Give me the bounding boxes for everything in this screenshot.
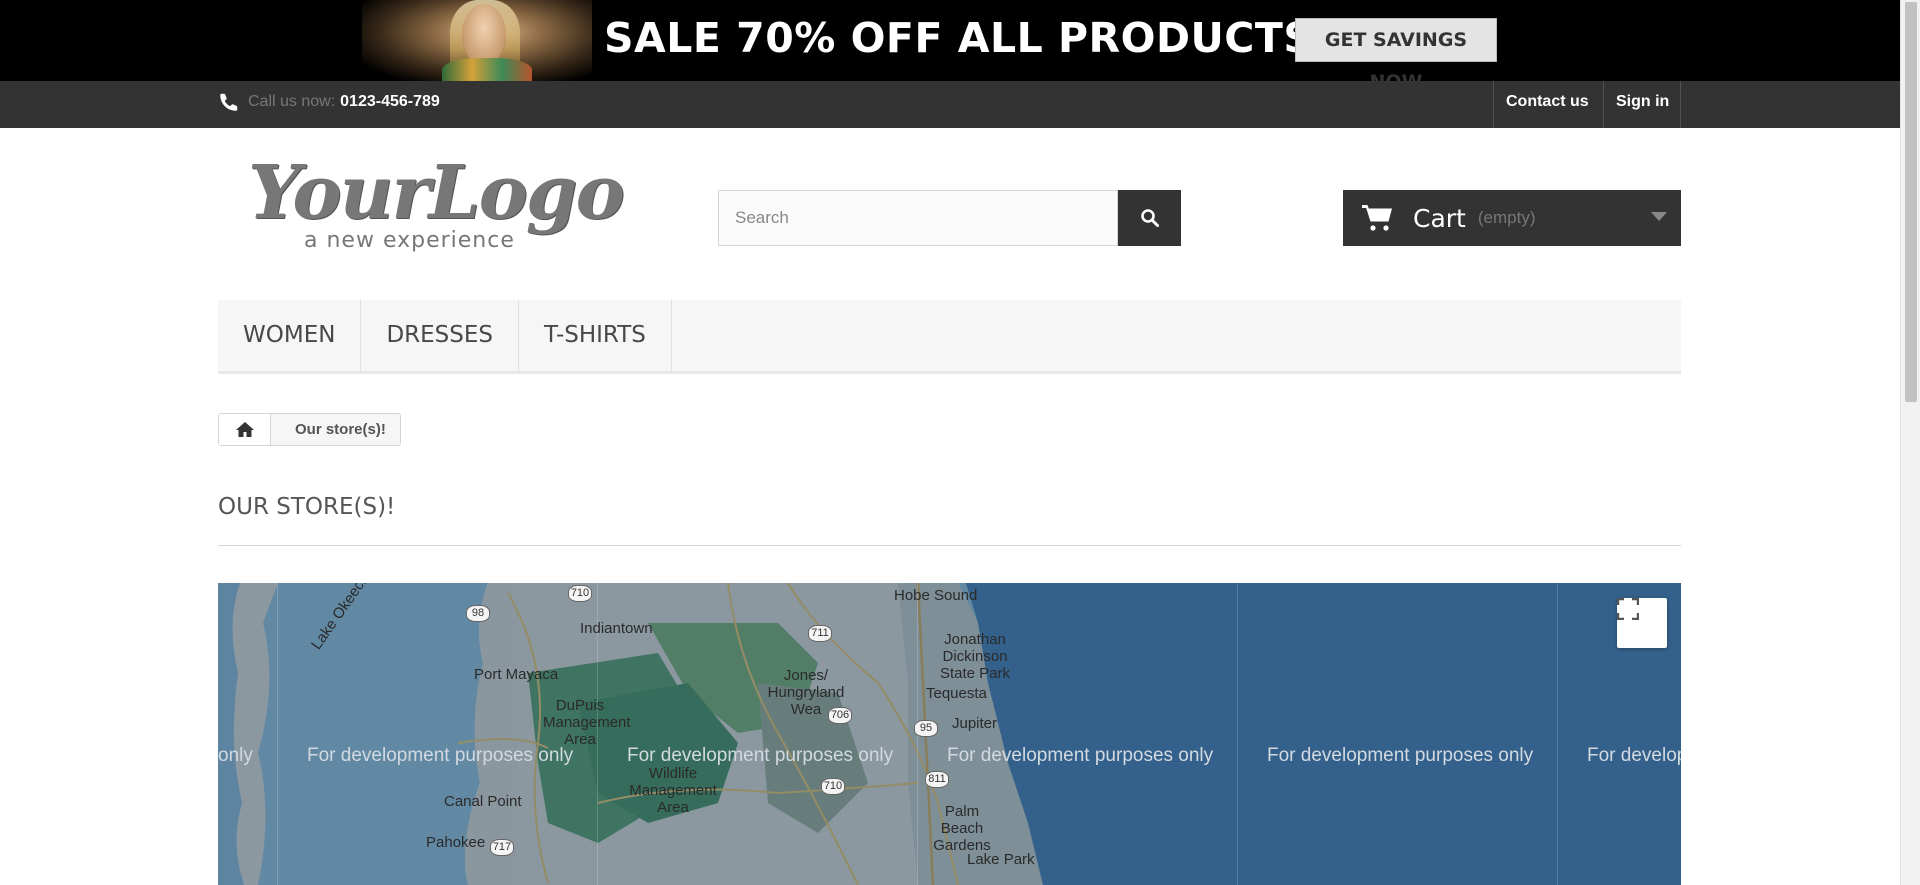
map-label: Indiantown xyxy=(580,620,653,637)
breadcrumb: Our store(s)! xyxy=(218,413,401,446)
breadcrumb-current: Our store(s)! xyxy=(295,421,386,438)
main-menu: WOMEN DRESSES T-SHIRTS xyxy=(218,300,1681,374)
map-label: Pahokee xyxy=(426,834,486,851)
call-us: Call us now: 0123-456-789 xyxy=(218,91,440,113)
tile-boundary xyxy=(277,583,278,885)
map-watermark: For develop xyxy=(1587,745,1681,766)
map-label: Palm Beach Gardens xyxy=(933,803,991,854)
route-shield: 710 xyxy=(568,585,592,602)
map-label: Jupiter xyxy=(952,715,998,732)
route-shield: 711 xyxy=(808,625,832,642)
map-watermark: For development purposes only xyxy=(307,745,574,766)
tile-boundary xyxy=(1557,583,1558,885)
map-label: Tequesta xyxy=(926,685,987,702)
route-shield: 717 xyxy=(490,839,514,856)
cart-icon xyxy=(1362,205,1392,231)
logo-script: YourLogo xyxy=(248,150,625,236)
fullscreen-icon xyxy=(1617,598,1639,620)
map-label: Lake Park xyxy=(967,851,1035,868)
promo-banner[interactable]: SALE 70% OFF ALL PRODUCTS GET SAVINGS NO… xyxy=(0,0,1900,81)
map-watermark: For development purposes only xyxy=(947,745,1214,766)
cart-status: (empty) xyxy=(1477,208,1536,227)
map-label: Canal Point xyxy=(444,793,522,810)
menu-item-women[interactable]: WOMEN xyxy=(218,300,362,371)
search-field[interactable] xyxy=(718,190,1118,246)
store-map[interactable]: Hobe Sound Indiantown Jonathan Dickinson… xyxy=(218,583,1681,885)
map-watermark: only xyxy=(218,745,253,766)
map-label: DuPuis Management Area xyxy=(543,697,631,748)
menu-item-dresses[interactable]: DRESSES xyxy=(361,300,519,371)
map-watermark: For development purposes only xyxy=(1267,745,1534,766)
map-watermark: For development purposes only xyxy=(627,745,894,766)
banner-model-image xyxy=(362,0,592,81)
route-shield: 98 xyxy=(466,605,490,622)
route-shield: 95 xyxy=(914,720,938,737)
tile-boundary xyxy=(1237,583,1238,885)
sign-in-link[interactable]: Sign in xyxy=(1603,81,1681,128)
get-savings-button[interactable]: GET SAVINGS NOW xyxy=(1295,18,1497,81)
call-label: Call us now: xyxy=(248,93,336,110)
banner-headline: SALE 70% OFF ALL PRODUCTS xyxy=(604,14,1314,62)
search-input[interactable] xyxy=(719,191,1117,245)
map-label: Hobe Sound xyxy=(894,587,978,604)
map-label: Jonathan Dickinson State Park xyxy=(939,631,1011,682)
route-shield: 706 xyxy=(828,707,852,724)
phone-number: 0123-456-789 xyxy=(340,93,440,110)
contact-us-link[interactable]: Contact us xyxy=(1493,81,1603,128)
page-scrollbar[interactable] xyxy=(1900,0,1920,885)
route-shield: 811 xyxy=(925,771,949,788)
route-shield: 710 xyxy=(821,778,845,795)
home-icon xyxy=(235,422,254,437)
page-title: OUR STORE(S)! xyxy=(218,494,396,520)
cart-button[interactable]: Cart (empty) xyxy=(1343,190,1681,246)
store-logo[interactable]: YourLogo a new experience xyxy=(248,150,625,260)
title-divider xyxy=(218,545,1681,546)
chevron-down-icon[interactable] xyxy=(1651,212,1667,221)
scrollbar-thumb[interactable] xyxy=(1905,2,1917,402)
cart-label: Cart xyxy=(1413,203,1466,233)
logo-tagline: a new experience xyxy=(304,228,515,253)
search-button[interactable] xyxy=(1118,190,1181,246)
menu-item-t-shirts[interactable]: T-SHIRTS xyxy=(519,300,672,371)
map-fullscreen-button[interactable] xyxy=(1617,598,1667,648)
map-label: Port Mayaca xyxy=(474,666,559,683)
map-label: Wildlife Management Area xyxy=(629,765,717,816)
phone-icon xyxy=(220,93,238,111)
breadcrumb-home[interactable] xyxy=(219,414,271,445)
search-icon xyxy=(1140,209,1159,227)
